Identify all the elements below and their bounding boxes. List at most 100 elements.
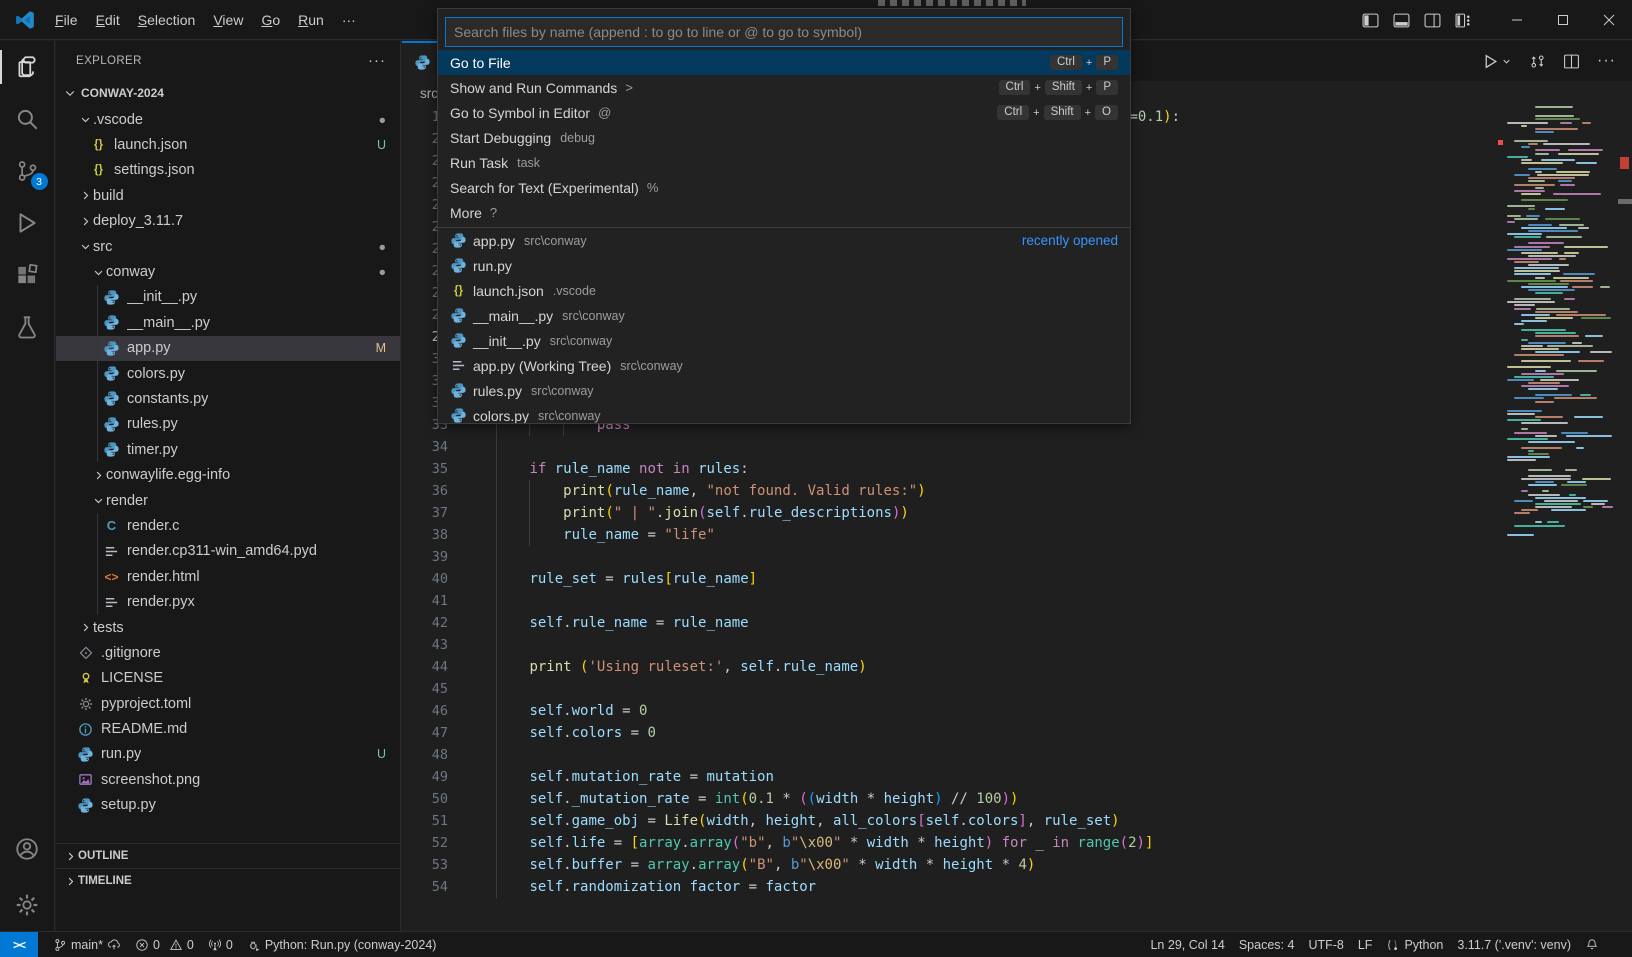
quick-open-file-__init__.py[interactable]: __init__.pysrc\conway bbox=[438, 328, 1130, 353]
tree-item-__init__.py[interactable]: __init__.py bbox=[56, 285, 400, 310]
customize-layout-icon[interactable] bbox=[1455, 12, 1472, 29]
tree-item-src[interactable]: src● bbox=[56, 234, 400, 259]
tree-item-render[interactable]: render bbox=[56, 488, 400, 513]
panel-header-outline[interactable]: OUTLINE bbox=[56, 843, 400, 868]
menu-edit[interactable]: Edit bbox=[87, 8, 129, 32]
quick-open-file-run.py[interactable]: run.py bbox=[438, 253, 1130, 278]
activity-testing-icon[interactable] bbox=[0, 301, 55, 353]
file-label: rules.py bbox=[473, 383, 522, 399]
eol-status[interactable]: LF bbox=[1351, 938, 1380, 952]
tree-item-label: render bbox=[106, 493, 148, 509]
menu-run[interactable]: Run bbox=[289, 8, 333, 32]
python-interpreter-status[interactable]: 3.11.7 ('.venv': venv) bbox=[1450, 938, 1578, 952]
quick-open-file-app.py[interactable]: app.pysrc\conwayrecently opened bbox=[438, 228, 1130, 253]
chevron-right-icon bbox=[77, 213, 93, 229]
indentation-status[interactable]: Spaces: 4 bbox=[1232, 938, 1302, 952]
activity-search-icon[interactable] bbox=[0, 93, 55, 145]
ports-status[interactable]: 0 bbox=[201, 932, 240, 957]
breadcrumb-src[interactable]: src bbox=[420, 86, 438, 101]
quick-open-command-search-for-text-experimental-[interactable]: Search for Text (Experimental)% bbox=[438, 175, 1130, 200]
minimap-line bbox=[1514, 261, 1539, 263]
activity-run-debug-icon[interactable] bbox=[0, 197, 55, 249]
editor-more-actions-icon[interactable]: ··· bbox=[1597, 52, 1616, 70]
tree-item-constants.py[interactable]: constants.py bbox=[56, 386, 400, 411]
close-button[interactable] bbox=[1586, 0, 1632, 40]
menu-selection[interactable]: Selection bbox=[129, 8, 205, 32]
minimize-button[interactable] bbox=[1494, 0, 1540, 40]
quick-open-file-launch.json[interactable]: {}launch.json.vscode bbox=[438, 278, 1130, 303]
toggle-secondary-sidebar-icon[interactable] bbox=[1424, 12, 1441, 29]
tree-item-screenshot.png[interactable]: screenshot.png bbox=[56, 767, 400, 792]
tree-item-pyproject.toml[interactable]: pyproject.toml bbox=[56, 691, 400, 716]
git-status-badge: U bbox=[377, 747, 386, 761]
tree-item-__main__.py[interactable]: __main__.py bbox=[56, 310, 400, 335]
tree-item-render.cp311-win_amd64.pyd[interactable]: render.cp311-win_amd64.pyd bbox=[56, 539, 400, 564]
debug-configuration-status[interactable]: Python: Run.py (conway-2024) bbox=[240, 932, 444, 957]
tree-item-render.html[interactable]: <>render.html bbox=[56, 564, 400, 589]
tree-item-LICENSE[interactable]: LICENSE bbox=[56, 666, 400, 691]
activity-source-control-icon[interactable]: 3 bbox=[0, 145, 55, 197]
split-editor-icon[interactable] bbox=[1563, 53, 1580, 70]
tree-item-tests[interactable]: tests bbox=[56, 615, 400, 640]
minimap-line bbox=[1521, 286, 1568, 288]
minimap[interactable] bbox=[1505, 106, 1617, 576]
tree-item-README.md[interactable]: README.md bbox=[56, 716, 400, 741]
tree-item-timer.py[interactable]: timer.py bbox=[56, 437, 400, 462]
cursor-position-status[interactable]: Ln 29, Col 14 bbox=[1143, 938, 1231, 952]
quick-open-file-app.pyWorkingTree[interactable]: app.py (Working Tree)src\conway bbox=[438, 353, 1130, 378]
panel-header-timeline[interactable]: TIMELINE bbox=[56, 868, 400, 893]
tree-item-conway[interactable]: conway● bbox=[56, 259, 400, 284]
tree-item-render.c[interactable]: Crender.c bbox=[56, 513, 400, 538]
tree-item-render.pyx[interactable]: render.pyx bbox=[56, 589, 400, 614]
encoding-status[interactable]: UTF-8 bbox=[1301, 938, 1350, 952]
activity-account-icon[interactable] bbox=[0, 823, 55, 875]
explorer-more-actions-icon[interactable]: ··· bbox=[368, 52, 386, 69]
minimap-line bbox=[1535, 118, 1580, 120]
chevron-down-icon bbox=[77, 239, 93, 255]
quick-open-input[interactable] bbox=[445, 17, 1123, 47]
activity-files-icon[interactable] bbox=[0, 41, 55, 93]
notifications-bell[interactable] bbox=[1578, 938, 1606, 952]
quick-open-command-go-to-symbol-in-editor[interactable]: Go to Symbol in Editor@Ctrl+Shift+O bbox=[438, 100, 1130, 125]
tree-item-.vscode[interactable]: .vscode● bbox=[56, 107, 400, 132]
maximize-button[interactable] bbox=[1540, 0, 1586, 40]
tree-item-setup.py[interactable]: setup.py bbox=[56, 793, 400, 818]
quick-open-command-run-task[interactable]: Run Tasktask bbox=[438, 150, 1130, 175]
tree-item-rules.py[interactable]: rules.py bbox=[56, 412, 400, 437]
toggle-sidebar-icon[interactable] bbox=[1362, 12, 1379, 29]
open-changes-icon[interactable] bbox=[1529, 53, 1546, 70]
run-dropdown-chevron-icon[interactable] bbox=[1501, 56, 1512, 67]
quick-open-file-rules.py[interactable]: rules.pysrc\conway bbox=[438, 378, 1130, 403]
tree-item-run.py[interactable]: run.pyU bbox=[56, 742, 400, 767]
tree-item-label: render.cp311-win_amd64.pyd bbox=[127, 543, 317, 559]
quick-open-command-go-to-file[interactable]: Go to FileCtrl+P bbox=[438, 50, 1130, 75]
tree-item-build[interactable]: build bbox=[56, 183, 400, 208]
tree-item-conwaylife.egg-info[interactable]: conwaylife.egg-info bbox=[56, 462, 400, 487]
quick-open-file-__main__.py[interactable]: __main__.pysrc\conway bbox=[438, 303, 1130, 328]
line-number: 43 bbox=[402, 634, 448, 656]
quick-open-command-show-and-run-commands[interactable]: Show and Run Commands>Ctrl+Shift+P bbox=[438, 75, 1130, 100]
tree-item-app.py[interactable]: app.pyM bbox=[56, 336, 400, 361]
problems-status[interactable]: 0 0 bbox=[128, 932, 201, 957]
menu-view[interactable]: View bbox=[204, 8, 252, 32]
menu-[interactable]: ··· bbox=[333, 8, 365, 32]
tree-item-.gitignore[interactable]: .gitignore bbox=[56, 640, 400, 665]
remote-indicator[interactable]: >< bbox=[0, 932, 38, 957]
quick-open-file-colors.py[interactable]: colors.pysrc\conway bbox=[438, 403, 1130, 424]
menu-go[interactable]: Go bbox=[252, 8, 289, 32]
tree-item-launch.json[interactable]: {}launch.jsonU bbox=[56, 132, 400, 157]
tree-item-settings.json[interactable]: {}settings.json bbox=[56, 158, 400, 183]
toggle-panel-icon[interactable] bbox=[1393, 12, 1410, 29]
tree-root-folder[interactable]: CONWAY-2024 bbox=[56, 80, 400, 106]
language-mode-status[interactable]: Python bbox=[1379, 938, 1450, 952]
tree-item-deploy_3.11.7[interactable]: deploy_3.11.7 bbox=[56, 209, 400, 234]
quick-open-command-more[interactable]: More? bbox=[438, 200, 1130, 225]
activity-extensions-icon[interactable] bbox=[0, 249, 55, 301]
git-branch-status[interactable]: main* bbox=[46, 932, 128, 957]
activity-settings-gear-icon[interactable] bbox=[0, 879, 55, 931]
quick-open-command-start-debugging[interactable]: Start Debuggingdebug bbox=[438, 125, 1130, 150]
menu-file[interactable]: File bbox=[46, 8, 87, 32]
run-python-file-button[interactable] bbox=[1482, 53, 1512, 70]
tree-item-colors.py[interactable]: colors.py bbox=[56, 361, 400, 386]
overview-ruler[interactable] bbox=[1618, 41, 1632, 931]
